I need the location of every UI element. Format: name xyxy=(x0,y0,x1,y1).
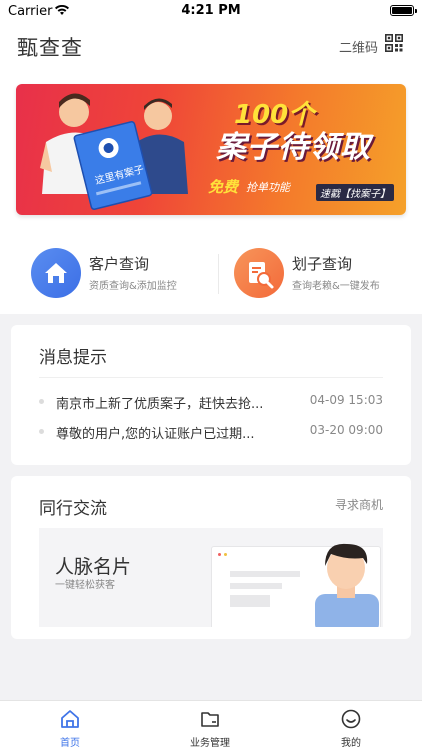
banner-cta-text[interactable]: 速戳【找案子】 xyxy=(316,184,394,201)
qr-code-label[interactable]: 二维码 xyxy=(339,37,378,56)
bullet-dot xyxy=(39,429,44,434)
messages-divider xyxy=(39,377,383,378)
qr-code-icon[interactable] xyxy=(385,34,403,52)
message-time: 03-20 09:00 xyxy=(309,423,383,437)
tab-me[interactable]: 我的 xyxy=(301,701,401,750)
debtor-query-button[interactable]: 划子查询 查询老赖&一键发布 xyxy=(234,248,404,300)
quick-divider xyxy=(218,254,219,294)
folder-icon xyxy=(201,712,219,727)
tab-home-label: 首页 xyxy=(60,738,80,749)
message-text: 尊敬的用户,您的认证账户已过期... xyxy=(56,427,255,442)
status-bar: Carrier 4:21 PM xyxy=(0,0,422,22)
banner-illustration: 这里有案子 xyxy=(40,93,188,211)
customer-query-button[interactable]: 客户查询 资质查询&添加监控 xyxy=(31,248,211,300)
banner-free-text: 免费 xyxy=(208,178,239,196)
peers-card: 同行交流 寻求商机 人脉名片 一键轻松获客 xyxy=(11,476,411,639)
tab-business[interactable]: 业务管理 xyxy=(160,701,260,750)
home-header: 甄查查 二维码 这里有案子 100个 案子待领取 免费 抢单功能 速戳【找案子】… xyxy=(0,22,422,314)
banner-headline: 案子待领取 xyxy=(216,130,371,165)
seek-business-link[interactable]: 寻求商机 xyxy=(335,496,383,513)
clock: 4:21 PM xyxy=(181,3,241,18)
messages-title: 消息提示 xyxy=(39,348,107,368)
debtor-query-title: 划子查询 xyxy=(292,255,353,273)
bottom-tab-bar: 首页 业务管理 我的 xyxy=(0,700,422,750)
customer-query-subtitle: 资质查询&添加监控 xyxy=(89,281,177,292)
peers-title: 同行交流 xyxy=(39,499,107,519)
tab-business-label: 业务管理 xyxy=(190,738,230,749)
person-illustration xyxy=(315,543,379,627)
tab-home[interactable]: 首页 xyxy=(20,701,120,750)
debtor-query-subtitle: 查询老赖&一键发布 xyxy=(292,281,380,292)
message-text: 南京市上新了优质案子，赶快去抢... xyxy=(56,397,264,412)
house-icon xyxy=(31,248,81,298)
message-item[interactable]: 尊敬的用户,您的认证账户已过期... 03-20 09:00 xyxy=(39,422,383,442)
page-title: 甄查查 xyxy=(17,36,83,60)
contact-card-title: 人脉名片 xyxy=(55,556,132,578)
message-time: 04-09 15:03 xyxy=(309,393,383,407)
home-icon xyxy=(61,710,79,728)
messages-card: 消息提示 南京市上新了优质案子，赶快去抢... 04-09 15:03 尊敬的用… xyxy=(11,325,411,465)
battery-icon xyxy=(390,5,417,16)
customer-query-title: 客户查询 xyxy=(89,255,150,273)
contact-card-subtitle: 一键轻松获客 xyxy=(55,580,115,591)
contact-card-banner[interactable]: 人脉名片 一键轻松获客 xyxy=(39,528,383,627)
tab-me-label: 我的 xyxy=(341,738,361,749)
message-item[interactable]: 南京市上新了优质案子，赶快去抢... 04-09 15:03 xyxy=(39,392,383,412)
promo-banner[interactable]: 这里有案子 100个 案子待领取 免费 抢单功能 速戳【找案子】 xyxy=(16,84,406,215)
banner-feature-text: 抢单功能 xyxy=(246,181,290,194)
bullet-dot xyxy=(39,399,44,404)
smile-icon xyxy=(341,709,361,729)
document-search-icon xyxy=(234,248,284,298)
